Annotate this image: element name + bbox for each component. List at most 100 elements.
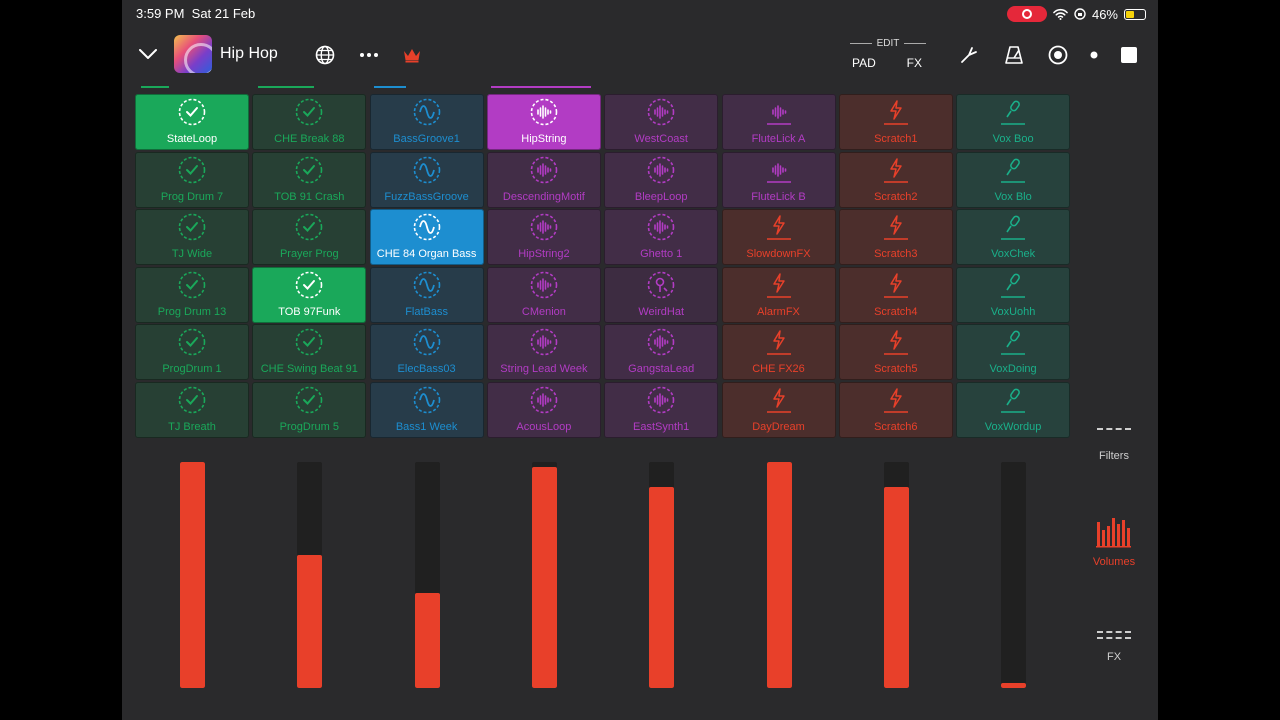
loop-cell[interactable]: FuzzBassGroove (369, 151, 484, 208)
loop-cell[interactable]: Prog Drum 7 (135, 151, 249, 208)
loop-cell[interactable]: Scratch2 (838, 151, 953, 208)
song-title[interactable]: Hip Hop (220, 45, 278, 63)
loop-cell[interactable]: Scratch5 (838, 324, 953, 380)
loop-cell[interactable]: Vox Boo (956, 94, 1071, 150)
loop-cell[interactable]: AlarmFX (721, 266, 836, 323)
volumes-button[interactable]: Volumes (1084, 516, 1144, 568)
loop-cell[interactable]: CHE Break 88 (252, 94, 367, 150)
sine-wave-icon (413, 386, 441, 414)
loop-cell[interactable]: CMenion (486, 266, 601, 323)
volume-fader[interactable] (297, 462, 323, 688)
volume-mixer (135, 460, 1071, 690)
loop-cell[interactable]: Scratch6 (838, 381, 953, 438)
loop-cell[interactable]: ProgDrum 5 (252, 381, 367, 438)
loop-cell[interactable]: FluteLick A (721, 94, 836, 150)
crown-icon[interactable] (401, 44, 423, 66)
loop-cell[interactable]: VoxWordup (956, 381, 1071, 438)
volume-fader[interactable] (649, 462, 675, 688)
loop-cell[interactable]: VoxChek (956, 209, 1071, 265)
volume-fader[interactable] (1001, 462, 1027, 688)
song-artwork[interactable] (174, 35, 212, 73)
loop-cell-label: CHE 84 Organ Bass (376, 248, 477, 260)
fx-label: FX (1106, 651, 1122, 663)
loop-cell[interactable]: DayDream (721, 381, 836, 438)
loop-cell[interactable]: Bass1 Week (369, 381, 484, 438)
loop-cell[interactable]: HipString2 (486, 209, 601, 265)
loop-cell[interactable]: BassGroove1 (369, 94, 484, 150)
loop-cell[interactable]: SlowdownFX (721, 209, 836, 265)
volumes-label: Volumes (1092, 556, 1136, 568)
record-icon[interactable] (1047, 44, 1069, 66)
loop-cell-label: SlowdownFX (746, 248, 811, 260)
loop-cell[interactable]: Vox Blo (956, 151, 1071, 208)
lightning-icon (765, 271, 793, 299)
loop-cell[interactable]: TOB 97Funk (252, 266, 367, 323)
loop-cell-label: VoxChek (991, 248, 1036, 260)
stop-icon[interactable] (1118, 44, 1140, 66)
loop-cell[interactable]: WeirdHat (604, 266, 719, 323)
more-options-icon[interactable] (358, 44, 380, 66)
loop-cell[interactable]: DescendingMotif (486, 151, 601, 208)
loop-cell[interactable]: TJ Breath (135, 381, 249, 438)
waveform-icon (530, 328, 558, 356)
screen-recording-icon[interactable] (1006, 6, 1047, 22)
volume-fader[interactable] (414, 462, 440, 688)
column-indicator (258, 86, 314, 88)
column-indicator (374, 86, 406, 88)
lightning-icon (882, 386, 910, 414)
tuning-fork-icon[interactable] (958, 44, 980, 66)
edit-pad-button[interactable]: PAD (852, 56, 876, 70)
loop-cell[interactable]: Prayer Prog (252, 209, 367, 265)
volume-level (883, 486, 909, 688)
loop-cell[interactable]: VoxDoing (956, 324, 1071, 380)
loop-cell[interactable]: HipString (486, 94, 601, 150)
loop-cell[interactable]: TJ Wide (135, 209, 249, 265)
filters-button[interactable]: Filters (1084, 428, 1144, 462)
loop-cell[interactable]: Scratch3 (838, 209, 953, 265)
loop-cell[interactable]: CHE FX26 (721, 324, 836, 380)
loop-cell[interactable]: FluteLick B (721, 151, 836, 208)
loop-cell-label: TOB 97Funk (278, 305, 341, 318)
loop-cell[interactable]: VoxUohh (956, 266, 1071, 323)
chevron-down-icon[interactable] (136, 44, 160, 64)
loop-cell[interactable]: Prog Drum 13 (135, 266, 249, 323)
fx-button[interactable]: FX (1084, 631, 1144, 663)
volume-fader[interactable] (766, 462, 792, 688)
loop-check-icon (295, 98, 323, 126)
microphone-icon (999, 156, 1027, 184)
loop-cell[interactable]: EastSynth1 (604, 381, 719, 438)
volume-level (766, 462, 792, 688)
loop-cell[interactable]: ElecBass03 (369, 324, 484, 380)
play-indicator-icon[interactable] (1084, 44, 1104, 66)
loop-cell[interactable]: Scratch1 (838, 94, 953, 150)
lightning-icon (765, 213, 793, 241)
loop-cell[interactable]: GangstaLead (604, 324, 719, 380)
loop-cell[interactable]: Ghetto 1 (604, 209, 719, 265)
globe-icon[interactable] (314, 44, 336, 66)
loop-cell[interactable]: CHE Swing Beat 91 (252, 324, 367, 380)
loop-cell[interactable]: String Lead Week (486, 324, 601, 380)
metronome-icon[interactable] (1003, 44, 1025, 66)
microphone-icon (999, 213, 1027, 241)
loop-cell[interactable]: FlatBass (369, 266, 484, 323)
loop-cell[interactable]: StateLoop (135, 94, 249, 150)
loop-cell-label: CMenion (521, 305, 566, 318)
loop-cell[interactable]: ProgDrum 1 (135, 324, 249, 380)
loop-cell[interactable]: CHE 84 Organ Bass (369, 209, 484, 265)
loop-cell[interactable]: BleepLoop (604, 151, 719, 208)
edit-fx-button[interactable]: FX (907, 56, 922, 70)
loop-cell[interactable]: AcousLoop (486, 381, 601, 438)
volume-fader[interactable] (883, 462, 909, 688)
loop-cell[interactable]: TOB 91 Crash (252, 151, 367, 208)
waveform-flat-icon (765, 156, 793, 184)
loop-cell-label: Scratch3 (874, 248, 918, 260)
loop-cell-label: Scratch5 (874, 363, 918, 375)
loop-cell-label: ProgDrum 5 (279, 420, 339, 433)
waveform-icon (647, 328, 675, 356)
loop-cell[interactable]: WestCoast (604, 94, 719, 150)
volume-fader[interactable] (531, 462, 557, 688)
header-bar: Hip Hop EDIT PAD FX (122, 34, 1158, 76)
column-indicator (491, 86, 591, 88)
volume-fader[interactable] (180, 462, 205, 688)
loop-cell[interactable]: Scratch4 (838, 266, 953, 323)
